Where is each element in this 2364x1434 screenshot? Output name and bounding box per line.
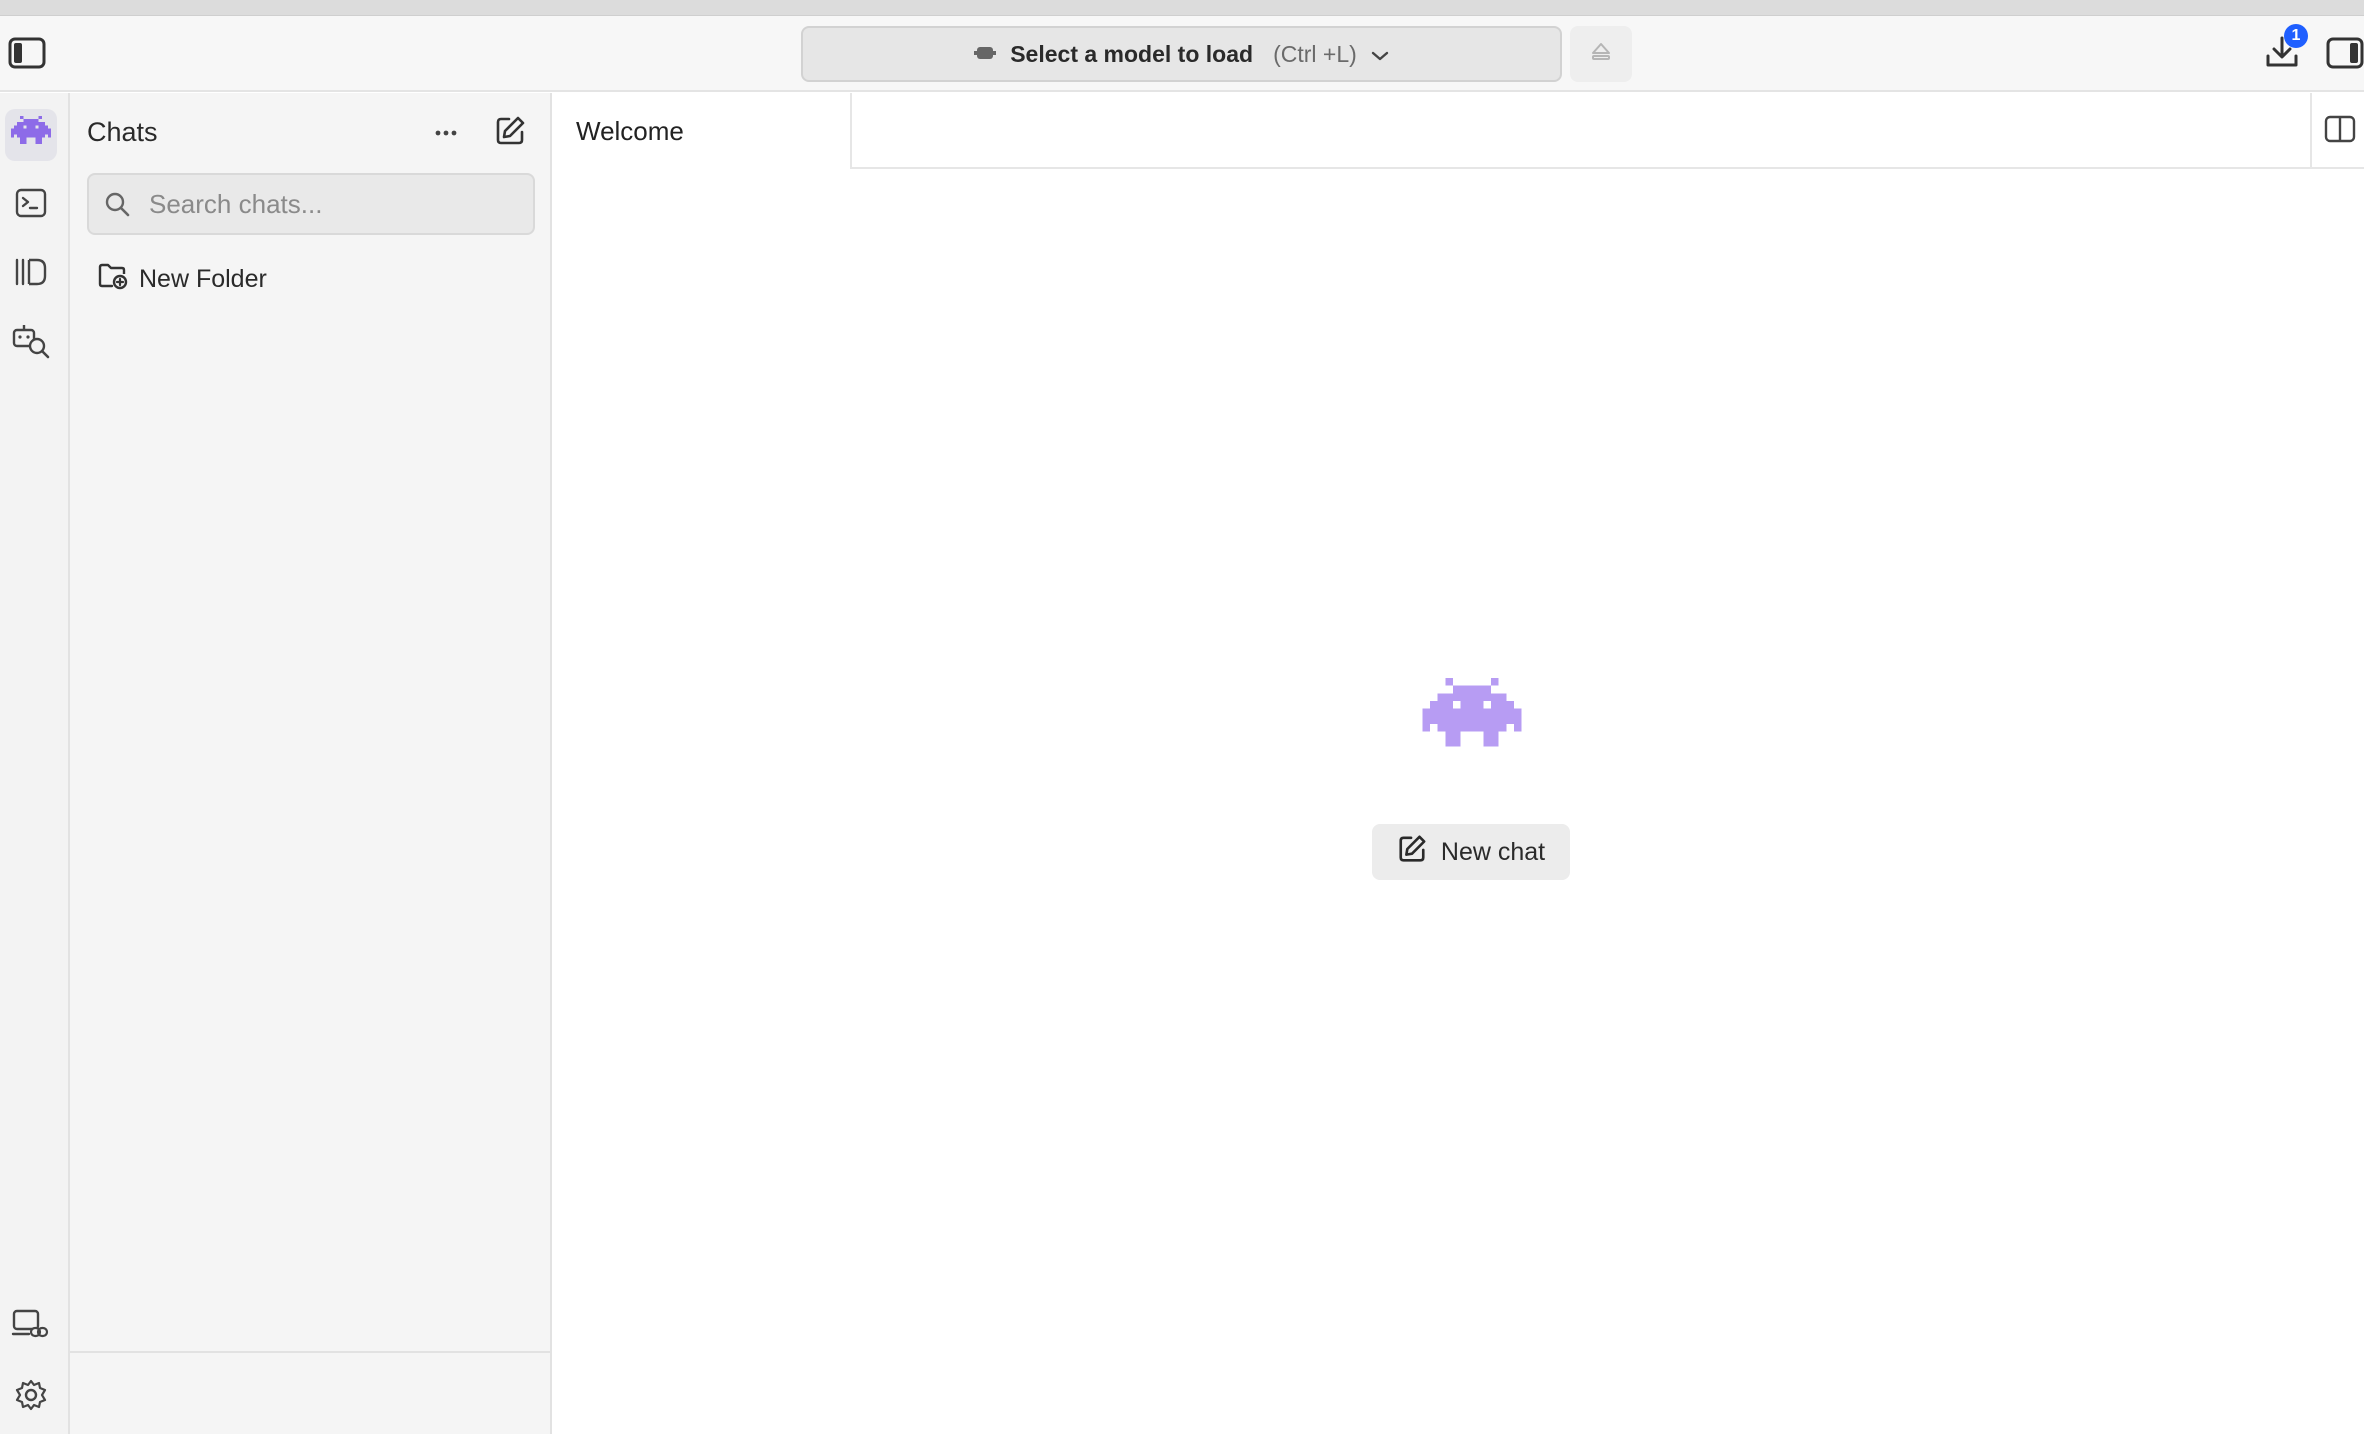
left-nav-rail: [0, 93, 70, 1434]
library-icon: [13, 257, 49, 292]
downloads-count-badge: 1: [2284, 24, 2308, 48]
new-chat-label: New chat: [1440, 837, 1546, 866]
toggle-sidebar-button[interactable]: [4, 30, 50, 76]
split-view-icon: [2323, 114, 2357, 149]
sidebar-left-icon: [8, 37, 46, 69]
search-icon: [103, 190, 143, 218]
tab-bar: Welcome: [552, 93, 2364, 169]
terminal-icon: [15, 188, 47, 223]
main-content: Welcome New chat: [552, 93, 2364, 1434]
folder-plus-icon: [97, 261, 129, 298]
new-folder-label: New Folder: [139, 264, 267, 293]
robot-icon: [11, 115, 51, 155]
eject-model-button[interactable]: [1570, 26, 1632, 82]
toggle-right-panel-button[interactable]: [2322, 30, 2364, 76]
new-folder-item[interactable]: New Folder: [97, 257, 267, 301]
chats-more-button[interactable]: [424, 111, 468, 155]
gear-icon: [14, 1378, 48, 1417]
search-chats-input[interactable]: [149, 188, 529, 220]
sidebar-right-icon: [2326, 37, 2364, 69]
app-window: Select a model to load (Ctrl +L) 1 Chats…: [0, 0, 2364, 1434]
chevron-down-icon: [1371, 41, 1389, 68]
new-chat-button[interactable]: New chat: [1372, 824, 1570, 880]
tab-bar-divider: [2310, 93, 2312, 169]
top-header: Select a model to load (Ctrl +L) 1: [0, 16, 2364, 92]
window-title-strip: [0, 0, 2364, 16]
more-horizontal-icon: [434, 124, 458, 142]
eject-icon: [1590, 41, 1612, 68]
new-chat-compose-button[interactable]: [488, 111, 532, 155]
rail-remote-button[interactable]: [5, 1301, 57, 1353]
model-select-shortcut: (Ctrl +L): [1273, 40, 1357, 67]
split-view-button[interactable]: [2320, 111, 2360, 151]
model-select-label: Select a model to load: [1010, 40, 1254, 67]
rail-developer-button[interactable]: [5, 179, 57, 231]
compose-icon: [494, 115, 526, 152]
model-search-icon: [11, 322, 51, 365]
search-chats-box: [87, 173, 535, 235]
rail-settings-button[interactable]: [5, 1371, 57, 1423]
model-select-dropdown[interactable]: Select a model to load (Ctrl +L): [801, 26, 1562, 82]
app-logo-robot-icon: [1420, 678, 1524, 762]
model-icon: [974, 41, 997, 68]
chats-title: Chats: [87, 117, 158, 147]
chats-footer-divider: [70, 1351, 550, 1353]
compose-icon: [1397, 834, 1427, 871]
tab-welcome[interactable]: Welcome: [552, 93, 852, 169]
rail-models-button[interactable]: [5, 248, 57, 300]
rail-chat-button[interactable]: [5, 109, 57, 161]
chats-sidebar: Chats New Folder: [70, 93, 552, 1434]
rail-discover-button[interactable]: [5, 317, 57, 369]
link-device-icon: [11, 1308, 51, 1347]
